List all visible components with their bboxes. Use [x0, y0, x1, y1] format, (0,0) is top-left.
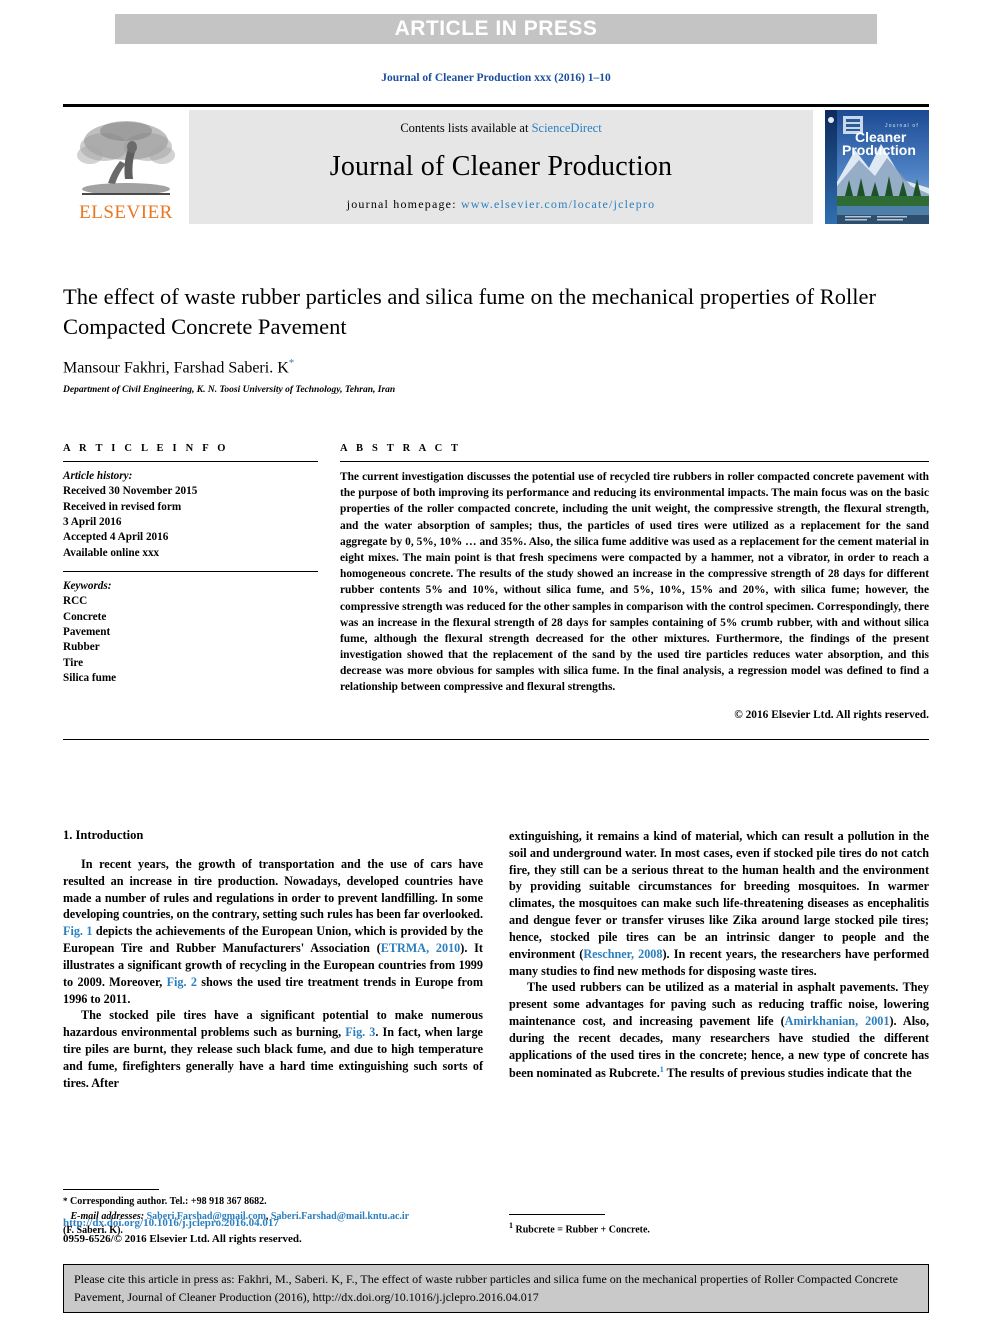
running-head: Journal of Cleaner Production xxx (2016)… — [381, 72, 611, 84]
homepage-prefix: journal homepage: — [346, 197, 461, 211]
abstract-copyright: © 2016 Elsevier Ltd. All rights reserved… — [734, 708, 929, 721]
author-list: Mansour Fakhri, Farshad Saberi. K* — [63, 357, 929, 377]
text-run: In recent years, the growth of transport… — [63, 857, 483, 922]
keywords-label: Keywords: — [63, 580, 112, 593]
body-columns: 1. Introduction In recent years, the gro… — [63, 828, 929, 1238]
keyword-item: Concrete — [63, 610, 107, 623]
keyword-item: RCC — [63, 595, 88, 608]
article-in-press-label: ARTICLE IN PRESS — [394, 17, 598, 40]
inline-reference-link[interactable]: Fig. 3 — [345, 1025, 375, 1039]
corresponding-author-marker: * — [288, 357, 295, 370]
page-title: The effect of waste rubber particles and… — [63, 284, 876, 339]
masthead-center-panel: Contents lists available at ScienceDirec… — [189, 110, 813, 224]
keyword-item: Tire — [63, 656, 84, 669]
affiliation: Department of Civil Engineering, K. N. T… — [63, 384, 396, 395]
section-bottom-rule — [63, 738, 929, 740]
divider-rule — [340, 461, 929, 462]
history-item: Received 30 November 2015 — [63, 485, 198, 498]
abstract-column: A B S T R A C T The current investigatio… — [340, 443, 929, 721]
title-block: The effect of waste rubber particles and… — [63, 282, 929, 395]
article-info-heading: A R T I C L E I N F O — [63, 443, 229, 454]
info-abstract-section: A R T I C L E I N F O Article history: R… — [63, 443, 929, 740]
body-paragraph: The stocked pile tires have a significan… — [63, 1007, 483, 1091]
svg-text:Production: Production — [842, 142, 916, 158]
keywords-block: Keywords: RCC Concrete Pavement Rubber T… — [63, 579, 318, 686]
body-column-right: extinguishing, it remains a kind of mate… — [509, 828, 929, 1238]
inline-reference-link[interactable]: Fig. 2 — [167, 975, 197, 989]
corresponding-author-text: Corresponding author. Tel.: +98 918 367 … — [67, 1196, 267, 1208]
inline-reference-link[interactable]: Reschner, 2008 — [583, 947, 662, 961]
footnote-definition-text: Rubcrete = Rubber + Concrete. — [513, 1224, 650, 1236]
elsevier-logo: ELSEVIER — [63, 110, 189, 224]
elsevier-wordmark: ELSEVIER — [79, 202, 173, 223]
keyword-item: Pavement — [63, 626, 111, 639]
text-run: extinguishing, it remains a kind of mate… — [509, 829, 929, 961]
rubcrete-footnote: 1 Rubcrete = Rubber + Concrete. — [509, 1220, 929, 1238]
journal-title: Journal of Cleaner Production — [329, 150, 673, 182]
article-history-block: Article history: Received 30 November 20… — [63, 469, 318, 561]
abstract-text: The current investigation discusses the … — [340, 471, 929, 694]
footnote-rule — [63, 1189, 159, 1191]
inline-reference-link[interactable]: Amirkhanian, 2001 — [785, 1014, 890, 1028]
body-paragraph: extinguishing, it remains a kind of mate… — [509, 828, 929, 979]
contents-lists-line: Contents lists available at ScienceDirec… — [400, 121, 601, 136]
history-item: Available online xxx — [63, 546, 160, 559]
article-info-column: A R T I C L E I N F O Article history: R… — [63, 443, 318, 721]
section-heading-introduction: 1. Introduction — [63, 828, 144, 842]
journal-homepage-line: journal homepage: www.elsevier.com/locat… — [347, 197, 656, 212]
elsevier-tree-icon — [74, 117, 178, 203]
issn-copyright-line: 0959-6526/© 2016 Elsevier Ltd. All right… — [63, 1232, 302, 1245]
footnote-rule — [509, 1214, 605, 1216]
journal-cover-thumbnail: Journal of Cleaner Production — [825, 110, 929, 224]
contents-prefix: Contents lists available at — [400, 121, 532, 135]
keyword-item: Rubber — [63, 641, 100, 654]
article-history-label: Article history: — [63, 470, 133, 482]
journal-masthead: ELSEVIER Contents lists available at Sci… — [63, 104, 929, 224]
homepage-url-link[interactable]: www.elsevier.com/locate/jclepro — [461, 197, 655, 211]
history-item: 3 April 2016 — [63, 516, 122, 529]
doi-link[interactable]: http://dx.doi.org/10.1016/j.jclepro.2016… — [63, 1216, 302, 1232]
text-run: The results of previous studies indicate… — [663, 1065, 912, 1080]
inline-reference-link[interactable]: ETRMA, 2010 — [381, 941, 461, 955]
divider-rule — [63, 461, 318, 462]
right-footnote-zone: 1 Rubcrete = Rubber + Concrete. — [509, 1214, 929, 1238]
article-in-press-banner: ARTICLE IN PRESS — [115, 14, 877, 44]
body-paragraph: In recent years, the growth of transport… — [63, 856, 483, 1007]
history-item: Accepted 4 April 2016 — [63, 531, 169, 544]
abstract-heading: A B S T R A C T — [340, 443, 462, 454]
sciencedirect-link[interactable]: ScienceDirect — [532, 121, 602, 135]
citation-notice-box: Please cite this article in press as: Fa… — [63, 1264, 929, 1313]
inline-reference-link[interactable]: Fig. 1 — [63, 924, 92, 938]
keyword-item: Silica fume — [63, 672, 117, 685]
divider-rule — [63, 571, 318, 573]
history-item: Received in revised form — [63, 500, 182, 513]
doi-footer: http://dx.doi.org/10.1016/j.jclepro.2016… — [63, 1216, 302, 1248]
author-names: Mansour Fakhri, Farshad Saberi. K — [63, 359, 289, 377]
body-paragraph: The used rubbers can be utilized as a ma… — [509, 979, 929, 1081]
body-column-left: 1. Introduction In recent years, the gro… — [63, 828, 483, 1238]
